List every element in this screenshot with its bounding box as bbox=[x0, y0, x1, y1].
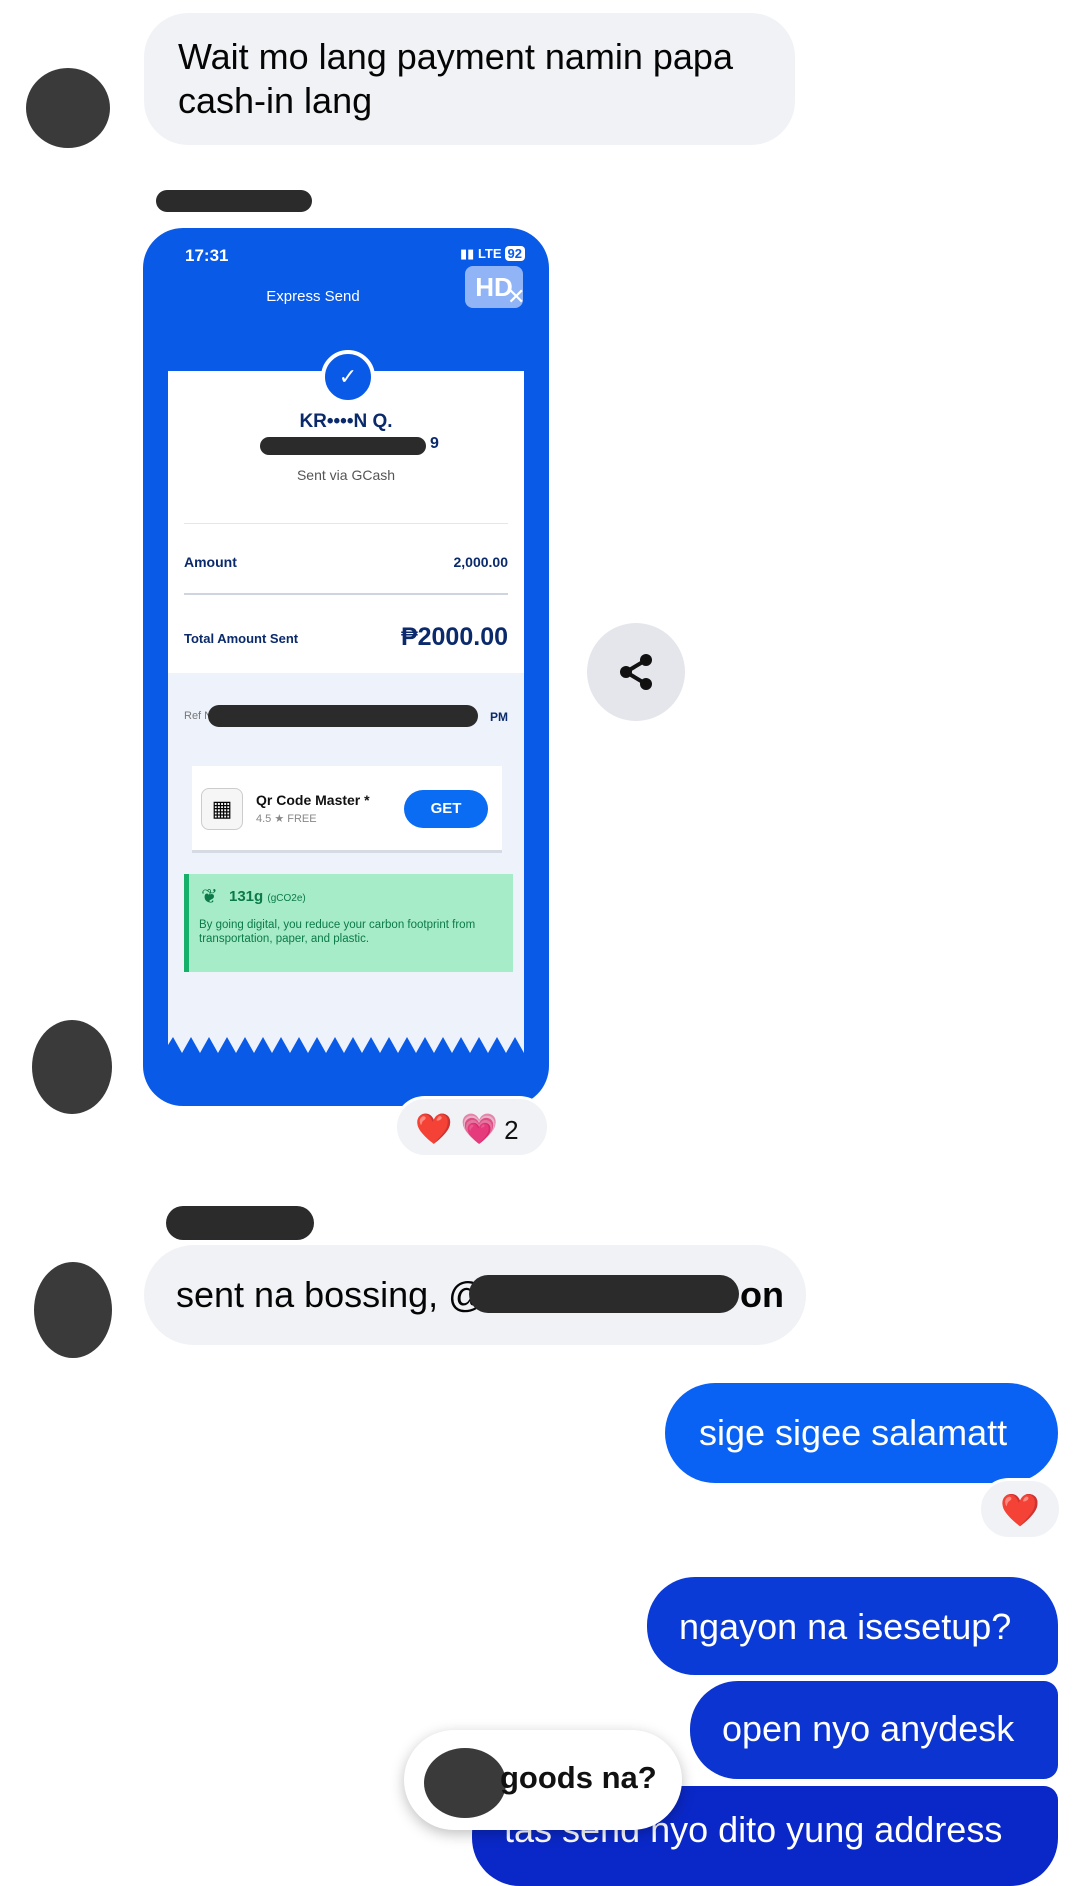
divider bbox=[184, 593, 508, 595]
ad-app-name: Qr Code Master * bbox=[256, 792, 370, 808]
amount-label: Amount bbox=[184, 554, 237, 570]
sender-avatar[interactable] bbox=[32, 1020, 112, 1114]
close-icon: ✕ bbox=[507, 284, 526, 309]
sender-avatar[interactable] bbox=[34, 1262, 112, 1358]
carbon-value: 131g bbox=[229, 888, 264, 905]
share-button[interactable] bbox=[587, 623, 685, 721]
message-text: sige sigee salamatt bbox=[699, 1412, 1008, 1453]
message-bubble-incoming[interactable]: sent na bossing, @ on bbox=[144, 1245, 806, 1345]
sparkling-heart-reaction: 💗 bbox=[460, 1113, 499, 1146]
preview-text: goods na? bbox=[500, 1760, 657, 1795]
check-icon: ✓ bbox=[321, 350, 375, 404]
mention-suffix: on bbox=[740, 1274, 784, 1315]
shared-photo[interactable]: 17:31 ▮▮ LTE 92 HD ✕ Express Send KR••••N… bbox=[143, 228, 549, 1106]
carbon-unit: (gCO2e) bbox=[267, 893, 306, 904]
status-time: 17:31 bbox=[185, 246, 229, 265]
sender-name-redacted bbox=[156, 190, 312, 212]
heart-reaction: ❤️ bbox=[415, 1113, 453, 1146]
message-text: sent na bossing, @ bbox=[176, 1274, 485, 1315]
carbon-text: By going digital, you reduce your carbon… bbox=[199, 919, 476, 945]
qr-icon: ▦ bbox=[201, 788, 243, 830]
amount-value: 2,000.00 bbox=[453, 554, 509, 570]
message-text: ngayon na isesetup? bbox=[679, 1606, 1012, 1647]
receipt-card: KR••••N Q. 9 Sent via GCash Amount 2,000… bbox=[168, 371, 524, 1031]
message-text: Wait mo lang payment namin papa cash-in … bbox=[178, 36, 733, 121]
recipient-number-tail: 9 bbox=[430, 435, 439, 452]
mention-redacted bbox=[469, 1275, 739, 1313]
ref-time-tail: PM bbox=[490, 710, 508, 724]
receipt-zigzag-edge bbox=[168, 1031, 524, 1053]
message-bubble-outgoing[interactable]: sige sigee salamatt bbox=[665, 1383, 1058, 1483]
message-text: open nyo anydesk bbox=[722, 1708, 1015, 1749]
screen-title: Express Send bbox=[266, 288, 360, 305]
network-label: LTE bbox=[477, 246, 502, 261]
sent-via: Sent via GCash bbox=[296, 467, 396, 483]
sender-avatar[interactable] bbox=[26, 68, 110, 148]
ref-number-redacted bbox=[208, 705, 478, 727]
reaction-pill[interactable]: ❤️ 💗 2 bbox=[394, 1096, 550, 1158]
avatar bbox=[424, 1748, 506, 1818]
message-bubble-outgoing[interactable]: ngayon na isesetup? bbox=[647, 1577, 1058, 1675]
divider bbox=[184, 523, 508, 524]
message-bubble-incoming[interactable]: Wait mo lang payment namin papa cash-in … bbox=[144, 13, 795, 145]
chat-head-preview[interactable]: goods na? bbox=[404, 1730, 682, 1830]
total-value: ₱2000.00 bbox=[400, 623, 508, 651]
recipient-name: KR••••N Q. bbox=[299, 411, 393, 432]
reaction-count: 2 bbox=[504, 1115, 519, 1145]
share-icon bbox=[620, 654, 652, 690]
ad-app-meta: 4.5 ★ FREE bbox=[256, 813, 317, 825]
message-bubble-outgoing[interactable]: open nyo anydesk bbox=[690, 1681, 1058, 1779]
reaction-pill[interactable]: ❤️ bbox=[978, 1478, 1062, 1540]
carbon-card: ❦ 131g (gCO2e) By going digital, you red… bbox=[184, 874, 513, 972]
recipient-number-redacted bbox=[260, 437, 426, 455]
sender-name-redacted bbox=[166, 1206, 314, 1240]
heart-reaction: ❤️ bbox=[1000, 1492, 1040, 1528]
leaf-icon: ❦ bbox=[201, 886, 218, 908]
status-bar: ▮▮ LTE 92 bbox=[460, 246, 525, 262]
ad-banner[interactable]: ▦ Qr Code Master * 4.5 ★ FREE GET bbox=[192, 766, 502, 850]
battery-level: 92 bbox=[504, 246, 525, 261]
total-label: Total Amount Sent bbox=[184, 631, 299, 646]
ad-get-button[interactable]: GET bbox=[404, 790, 488, 828]
